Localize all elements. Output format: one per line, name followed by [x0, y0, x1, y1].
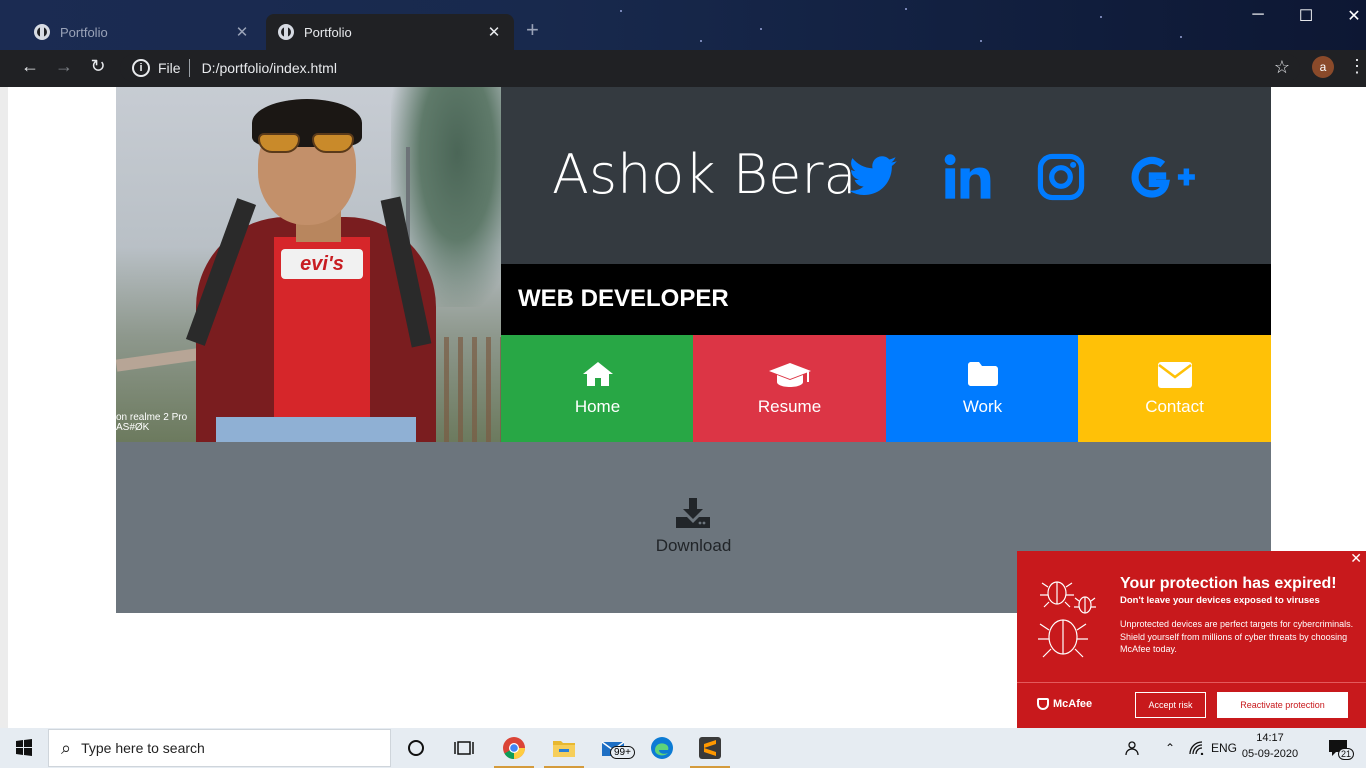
popup-close-icon[interactable]: ✕: [1350, 550, 1362, 567]
nav-work[interactable]: Work: [886, 335, 1079, 442]
twitter-icon[interactable]: [847, 151, 899, 203]
taskbar-clock[interactable]: 14:17 05-09-2020: [1238, 730, 1302, 762]
nav-resume[interactable]: Resume: [693, 335, 886, 442]
mcafee-brand-text: McAfee: [1053, 698, 1093, 710]
bookmark-star-icon[interactable]: ☆: [1274, 57, 1290, 78]
mail-icon[interactable]: 99+: [590, 728, 638, 768]
wifi-icon[interactable]: [1184, 728, 1210, 768]
tab-title: Portfolio: [304, 24, 352, 40]
browser-toolbar: ← → ↻ i File D:/portfolio/index.html ☆: [0, 50, 1366, 87]
nav-contact[interactable]: Contact: [1078, 335, 1271, 442]
envelope-icon: [1157, 362, 1192, 388]
nav-resume-label: Resume: [757, 397, 822, 416]
omnibox-separator: [188, 59, 190, 77]
reload-button[interactable]: ↻: [86, 56, 110, 77]
profile-avatar[interactable]: a: [1312, 56, 1334, 78]
shirt-logo: evi's: [281, 249, 363, 279]
mcafee-popup: ✕ Your protection has expired! Don't lea…: [1017, 550, 1366, 728]
people-icon[interactable]: [1120, 728, 1148, 768]
search-icon: ⌕: [61, 737, 72, 758]
clock-date: 05-09-2020: [1241, 748, 1299, 760]
profile-header: Ashok Bera: [501, 87, 1271, 264]
windows-taskbar: ⌕ Type here to search 99+ ⌃ ENG 14:17 05…: [0, 728, 1366, 768]
url-text[interactable]: D:/portfolio/index.html: [202, 60, 337, 76]
home-icon: [582, 362, 613, 386]
new-tab-button[interactable]: +: [526, 17, 539, 43]
chrome-icon[interactable]: [490, 728, 538, 768]
windows-logo-icon: [16, 739, 32, 756]
popup-divider: [1017, 682, 1366, 683]
role-title: WEB DEVELOPER: [518, 285, 729, 312]
popup-body: Unprotected devices are perfect targets …: [1120, 619, 1354, 654]
notifications-icon[interactable]: 21: [1318, 728, 1358, 768]
accept-risk-button[interactable]: Accept risk: [1135, 692, 1206, 718]
sublime-text-icon[interactable]: [686, 728, 734, 768]
linkedin-icon[interactable]: [941, 151, 993, 203]
reactivate-protection-button[interactable]: Reactivate protection: [1217, 692, 1348, 718]
portfolio-card: evi's on realme 2 Pro AS#ØK Ashok Bera W…: [116, 87, 1271, 613]
minimize-button[interactable]: ─: [1236, 6, 1280, 24]
tab-portfolio-1[interactable]: Portfolio ✕: [22, 14, 262, 50]
nav-home-label: Home: [574, 397, 621, 416]
language-indicator[interactable]: ENG: [1208, 728, 1240, 768]
tab-title: Portfolio: [60, 24, 108, 40]
mail-badge: 99+: [610, 746, 635, 759]
address-bar[interactable]: i File D:/portfolio/index.html ☆: [120, 54, 1300, 82]
browser-tab-strip: Portfolio ✕ Portfolio ✕ + ─ ☐ ✕: [0, 0, 1366, 50]
taskbar-search[interactable]: ⌕ Type here to search: [48, 729, 391, 767]
photo-watermark: on realme 2 Pro AS#ØK: [116, 413, 187, 433]
chevron-up-icon[interactable]: ⌃: [1158, 728, 1182, 768]
mcafee-shield-icon: [1037, 698, 1049, 710]
globe-icon: [278, 24, 294, 40]
nav-home[interactable]: Home: [501, 335, 694, 442]
google-plus-icon[interactable]: [1129, 151, 1197, 203]
bug-icon: [1038, 581, 1096, 658]
close-window-button[interactable]: ✕: [1332, 6, 1366, 26]
graduation-cap-icon: [768, 363, 811, 387]
start-button[interactable]: [0, 728, 48, 768]
tab-portfolio-2[interactable]: Portfolio ✕: [266, 14, 514, 50]
maximize-button[interactable]: ☐: [1284, 6, 1328, 26]
task-view-icon[interactable]: [440, 728, 488, 768]
forward-button[interactable]: →: [52, 56, 76, 77]
download-icon[interactable]: [676, 498, 710, 528]
popup-subtitle: Don't leave your devices exposed to viru…: [1120, 595, 1320, 606]
profile-name: Ashok Bera: [552, 143, 857, 206]
popup-title: Your protection has expired!: [1120, 575, 1337, 592]
url-scheme-label: File: [158, 60, 181, 76]
tab-close-icon[interactable]: ✕: [234, 23, 250, 41]
instagram-icon[interactable]: [1035, 151, 1087, 203]
info-icon[interactable]: i: [132, 59, 150, 77]
page-left-edge: [0, 87, 8, 728]
back-button[interactable]: ←: [18, 56, 42, 77]
tab-close-icon[interactable]: ✕: [486, 23, 502, 41]
photo-watermark-line2: AS#ØK: [116, 422, 150, 433]
cortana-icon[interactable]: [392, 728, 440, 768]
nav-work-label: Work: [962, 397, 1003, 416]
notifications-count: 21: [1338, 748, 1355, 760]
nav-contact-label: Contact: [1145, 397, 1204, 416]
file-explorer-icon[interactable]: [540, 728, 588, 768]
search-placeholder: Type here to search: [81, 740, 205, 756]
clock-time: 14:17: [1256, 732, 1284, 744]
browser-menu-icon[interactable]: ⋮: [1348, 56, 1366, 77]
globe-icon: [34, 24, 50, 40]
profile-photo: evi's on realme 2 Pro AS#ØK: [116, 87, 501, 442]
edge-icon[interactable]: [638, 728, 686, 768]
mcafee-logo: McAfee: [1037, 698, 1092, 710]
role-banner: WEB DEVELOPER: [501, 264, 1271, 335]
folder-icon: [967, 362, 998, 386]
